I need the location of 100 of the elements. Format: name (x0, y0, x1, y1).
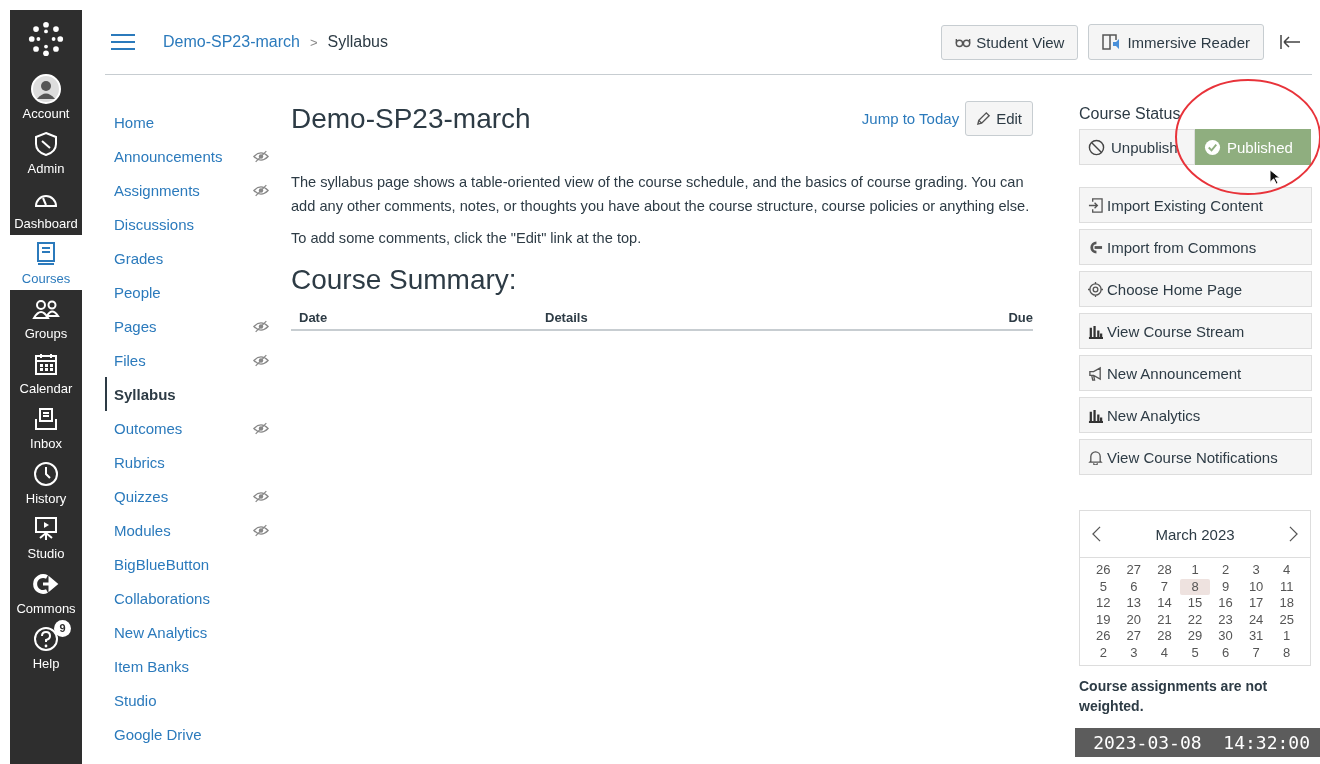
global-nav-item[interactable]: Account (10, 70, 82, 125)
calendar-day[interactable]: 17 (1240, 595, 1272, 612)
commons-icon (1088, 239, 1103, 255)
calendar-day[interactable]: 7 (1240, 644, 1272, 661)
course-nav-item[interactable]: New Analytics (105, 615, 275, 649)
check-circle-icon (1204, 138, 1221, 156)
course-nav-item[interactable]: Outcomes (105, 411, 275, 445)
calendar-day[interactable]: 1 (1179, 562, 1211, 579)
calendar-day[interactable]: 9 (1210, 578, 1241, 595)
course-nav-item[interactable]: People (105, 275, 275, 309)
course-nav-item[interactable]: Files (105, 343, 275, 377)
bar-chart-icon (1088, 323, 1103, 339)
unpublish-button[interactable]: Unpublish (1079, 129, 1195, 165)
section-title: Course Status (1079, 105, 1182, 123)
calendar-day[interactable]: 27 (1118, 562, 1150, 579)
sidebar-action-button[interactable]: Import Existing Content (1079, 187, 1312, 223)
calendar-day[interactable]: 11 (1271, 578, 1302, 595)
course-nav-item[interactable]: Studio (105, 683, 275, 717)
calendar-day[interactable]: 5 (1179, 644, 1211, 661)
global-nav-item[interactable]: Dashboard (10, 180, 82, 235)
immersive-reader-button[interactable]: Immersive Reader (1088, 24, 1264, 60)
calendar-day[interactable]: 27 (1118, 628, 1150, 645)
global-nav-item[interactable]: Groups (10, 290, 82, 345)
course-nav-item[interactable]: Quizzes (105, 479, 275, 513)
calendar-day[interactable]: 7 (1149, 578, 1180, 595)
sidebar-action-button[interactable]: View Course Notifications (1079, 439, 1312, 475)
calendar-day[interactable]: 4 (1271, 562, 1302, 579)
calendar-day[interactable]: 2 (1088, 644, 1119, 661)
edit-button[interactable]: Edit (965, 101, 1033, 136)
course-nav-item[interactable]: Announcements (105, 139, 275, 173)
course-nav-item[interactable]: Discussions (105, 207, 275, 241)
sidebar-action-button[interactable]: New Announcement (1079, 355, 1312, 391)
global-nav-item[interactable]: Calendar (10, 345, 82, 400)
calendar-day[interactable]: 25 (1271, 611, 1302, 628)
logo-icon[interactable] (27, 20, 65, 58)
calendar-day[interactable]: 10 (1240, 578, 1272, 595)
calendar-day[interactable]: 15 (1179, 595, 1211, 612)
calendar-day[interactable]: 28 (1149, 628, 1180, 645)
calendar-day[interactable]: 24 (1240, 611, 1272, 628)
global-nav-item[interactable]: Admin (10, 125, 82, 180)
calendar-day[interactable]: 31 (1240, 628, 1272, 645)
calendar-day[interactable]: 5 (1088, 578, 1119, 595)
calendar-day[interactable]: 22 (1179, 611, 1211, 628)
calendar-day[interactable]: 14 (1149, 595, 1180, 612)
sidebar-action-button[interactable]: Import from Commons (1079, 229, 1312, 265)
course-nav-item[interactable]: Assignments (105, 173, 275, 207)
paragraph: The syllabus page shows a table-oriented view of the course schedule, and the basics of course grading. You can add any other comments, notes, or thoughts you have about the course structure, course policies or anything else. (291, 173, 1031, 216)
calendar-day[interactable]: 12 (1088, 595, 1119, 612)
calendar-day[interactable]: 1 (1271, 628, 1302, 645)
people-icon (32, 297, 60, 320)
course-nav-item[interactable]: Home (105, 105, 275, 139)
calendar-day[interactable]: 6 (1210, 644, 1241, 661)
calendar-day[interactable]: 19 (1088, 611, 1119, 628)
sidebar-action-button[interactable]: Choose Home Page (1079, 271, 1312, 307)
calendar-day[interactable]: 18 (1271, 595, 1302, 612)
global-nav-item[interactable]: 9 Help (10, 620, 82, 675)
course-nav-item[interactable]: Collaborations (105, 581, 275, 615)
course-nav-item[interactable]: Item Banks (105, 649, 275, 683)
course-nav-item[interactable]: Modules (105, 513, 275, 547)
calendar-icon (34, 351, 58, 376)
megaphone-icon (1088, 365, 1103, 381)
course-nav-item[interactable]: Grades (105, 241, 275, 275)
calendar-day[interactable]: 3 (1118, 644, 1150, 661)
column-header: Date (299, 310, 329, 325)
calendar-day[interactable]: 4 (1149, 644, 1180, 661)
calendar-day[interactable]: 3 (1240, 562, 1272, 579)
screen-icon (33, 515, 59, 542)
calendar-day[interactable]: 29 (1179, 628, 1211, 645)
sidebar-action-button[interactable]: View Course Stream (1079, 313, 1312, 349)
calendar-day[interactable]: 26 (1088, 562, 1119, 579)
global-nav-item[interactable]: Inbox (10, 400, 82, 455)
jump-to-today-link[interactable]: Jump to Today (861, 110, 960, 127)
calendar-day[interactable]: 20 (1118, 611, 1150, 628)
calendar-day[interactable]: 30 (1210, 628, 1241, 645)
course-nav-item[interactable]: BigBlueButton (105, 547, 275, 581)
calendar-day[interactable]: 13 (1118, 595, 1150, 612)
global-nav-item[interactable]: Studio (10, 510, 82, 565)
course-nav-item[interactable]: Syllabus (105, 377, 275, 411)
calendar-day[interactable]: 28 (1149, 562, 1180, 579)
calendar-day[interactable]: 23 (1210, 611, 1241, 628)
course-nav-item[interactable]: Google Drive (105, 717, 275, 751)
next-month-icon[interactable] (1289, 526, 1298, 542)
collapse-icon[interactable] (1280, 35, 1300, 49)
calendar-day[interactable]: 8 (1271, 644, 1302, 661)
course-nav-item[interactable]: Rubrics (105, 445, 275, 479)
sidebar-action-button[interactable]: New Analytics (1079, 397, 1312, 433)
calendar-day[interactable]: 2 (1210, 562, 1241, 579)
global-nav-item[interactable]: Commons (10, 565, 82, 620)
calendar-day[interactable]: 21 (1149, 611, 1180, 628)
calendar-day[interactable]: 26 (1088, 628, 1119, 645)
menu-icon[interactable] (111, 33, 135, 51)
previous-month-icon[interactable] (1092, 526, 1101, 542)
course-nav-item[interactable]: Pages (105, 309, 275, 343)
breadcrumb-link[interactable]: Demo-SP23-march (163, 33, 300, 51)
global-nav-item[interactable]: Courses (10, 235, 82, 290)
student-view-button[interactable]: Student View (941, 24, 1079, 60)
calendar-day[interactable]: 16 (1210, 595, 1241, 612)
calendar-day[interactable]: 6 (1118, 578, 1150, 595)
global-nav-item[interactable]: History (10, 455, 82, 510)
calendar-day[interactable]: 8 (1179, 578, 1211, 595)
